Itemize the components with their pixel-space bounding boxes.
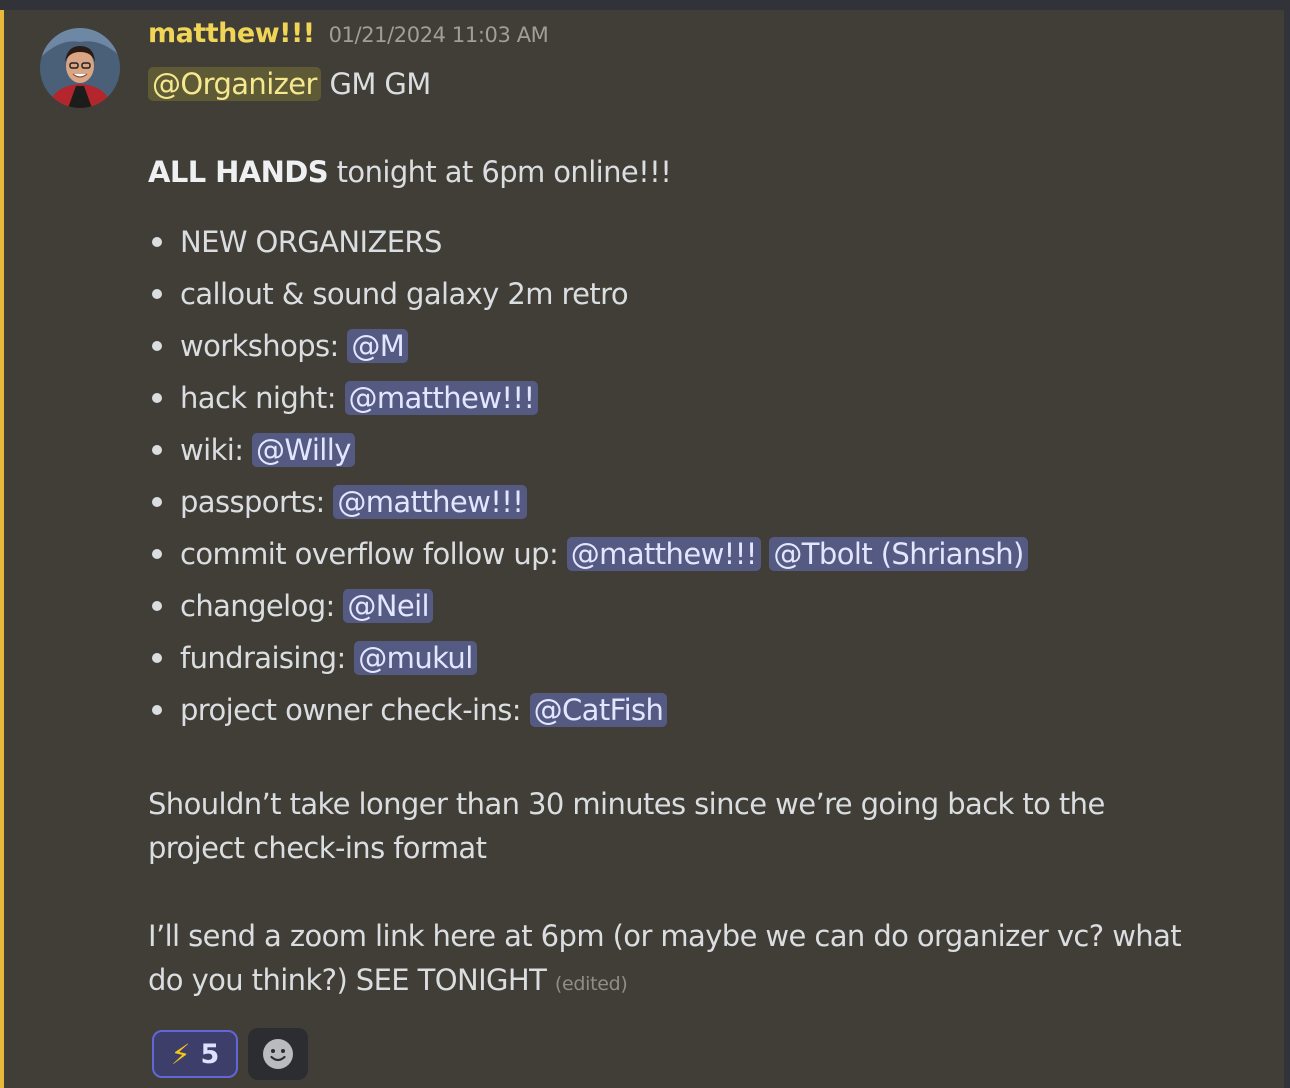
list-item: workshops: @M [148,320,1258,372]
bullet [152,601,162,611]
bullet [152,393,162,403]
announcement-line: ALL HANDS tonight at 6pm online!!! [148,150,1258,194]
greeting-text: GM GM [320,67,431,101]
list-item-text: passports: [180,485,334,519]
reaction-count: 5 [200,1038,220,1070]
list-item-text: changelog: [180,589,344,623]
bullet [152,237,162,247]
user-mention[interactable]: @Tbolt (Shriansh) [769,537,1028,571]
user-mention[interactable]: @matthew!!! [333,485,528,519]
username[interactable]: matthew!!! [148,18,315,49]
greeting-line: @Organizer GM GM [148,62,1258,106]
list-item: hack night: @matthew!!! [148,372,1258,424]
list-item: fundraising: @mukul [148,632,1258,684]
edited-label: (edited) [554,973,628,995]
bullet [152,549,162,559]
role-mention-organizer[interactable]: @Organizer [148,67,321,101]
bullet [152,705,162,715]
avatar[interactable] [40,28,120,108]
user-mention[interactable]: @CatFish [529,693,668,727]
chat-frame: matthew!!! 01/21/2024 11:03 AM @Organize… [0,0,1290,1088]
timestamp[interactable]: 01/21/2024 11:03 AM [329,23,549,47]
message-content: matthew!!! 01/21/2024 11:03 AM @Organize… [148,18,1258,1006]
list-item: NEW ORGANIZERS [148,216,1258,268]
list-item-text: project owner check-ins: [180,693,530,727]
bullet [152,653,162,663]
list-item-text: NEW ORGANIZERS [180,225,442,259]
list-item: wiki: @Willy [148,424,1258,476]
user-mention[interactable]: @matthew!!! [344,381,539,415]
user-mention[interactable]: @Willy [252,433,355,467]
list-item-text: fundraising: [180,641,355,675]
announcement-text: tonight at 6pm online!!! [328,155,672,189]
paragraph-zoom-text: I’ll send a zoom link here at 6pm (or ma… [148,919,1182,997]
user-mention[interactable]: @matthew!!! [566,537,761,571]
list-item-text: commit overflow follow up: [180,537,567,571]
bullet [152,289,162,299]
smiley-face-icon [263,1039,293,1069]
avatar-image [40,28,120,108]
reaction-lightning[interactable]: ⚡ 5 [152,1030,238,1078]
list-item-text: callout & sound galaxy 2m retro [180,277,629,311]
paragraph-duration: Shouldn’t take longer than 30 minutes si… [148,787,1105,865]
user-mention[interactable]: @M [347,329,409,363]
bullet [152,445,162,455]
list-item: callout & sound galaxy 2m retro [148,268,1258,320]
list-item-text: workshops: [180,329,348,363]
list-item: changelog: @Neil [148,580,1258,632]
announcement-bold: ALL HANDS [148,155,329,189]
list-item-text: hack night: [180,381,345,415]
highlighted-message[interactable]: matthew!!! 01/21/2024 11:03 AM @Organize… [0,10,1284,1088]
bullet [152,341,162,351]
user-mention[interactable]: @Neil [343,589,433,623]
list-item: project owner check-ins: @CatFish [148,684,1258,736]
lightning-icon: ⚡ [170,1037,191,1071]
message-header: matthew!!! 01/21/2024 11:03 AM [148,18,1258,62]
user-mention[interactable]: @mukul [354,641,477,675]
paragraph-zoom: I’ll send a zoom link here at 6pm (or ma… [148,914,1208,1006]
agenda-list: NEW ORGANIZERS callout & sound galaxy 2m… [148,216,1258,736]
list-item: commit overflow follow up: @matthew!!! @… [148,528,1258,580]
add-reaction-button[interactable] [248,1028,308,1080]
list-item-text: wiki: [180,433,253,467]
list-item: passports: @matthew!!! [148,476,1258,528]
bullet [152,497,162,507]
reactions-bar: ⚡ 5 [152,1028,308,1080]
